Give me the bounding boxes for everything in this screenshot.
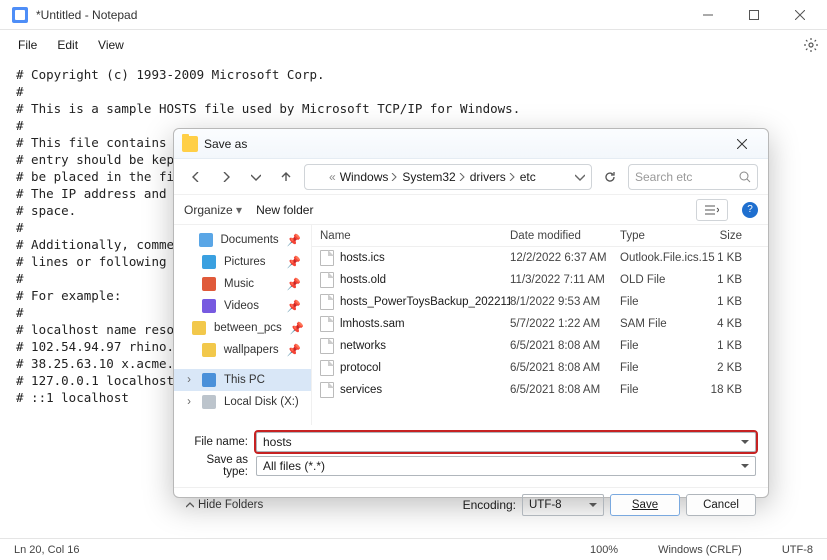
folder-icon bbox=[192, 321, 206, 335]
file-icon bbox=[320, 316, 334, 332]
forward-button[interactable] bbox=[214, 165, 238, 189]
status-lineending: Windows (CRLF) bbox=[658, 544, 742, 556]
file-row[interactable]: lmhosts.sam5/7/2022 1:22 AMSAM File4 KB bbox=[312, 313, 768, 335]
pin-icon: 📌 bbox=[287, 299, 301, 313]
navigation-row: « Windows System32 drivers etc Search et… bbox=[174, 159, 768, 195]
pin-icon: 📌 bbox=[287, 343, 301, 357]
titlebar: *Untitled - Notepad bbox=[0, 0, 827, 30]
save-button[interactable]: Save bbox=[610, 494, 680, 516]
breadcrumb-item: Windows bbox=[340, 170, 399, 184]
column-name[interactable]: Name bbox=[320, 230, 510, 242]
status-position: Ln 20, Col 16 bbox=[14, 544, 79, 556]
sidebar-item[interactable]: Documents📌 bbox=[174, 229, 311, 251]
settings-gear-icon[interactable] bbox=[803, 37, 819, 53]
encoding-label: Encoding: bbox=[463, 498, 516, 512]
folder-icon bbox=[311, 171, 325, 183]
sidebar-item[interactable]: between_pcs📌 bbox=[174, 317, 311, 339]
savetype-label: Save as type: bbox=[186, 454, 256, 478]
pin-icon: 📌 bbox=[287, 277, 301, 291]
filename-label: File name: bbox=[186, 436, 256, 448]
status-zoom: 100% bbox=[590, 544, 618, 556]
menu-edit[interactable]: Edit bbox=[47, 34, 88, 56]
toolbar-row: Organize ▾ New folder ? bbox=[174, 195, 768, 225]
close-button[interactable] bbox=[777, 0, 823, 30]
refresh-button[interactable] bbox=[598, 165, 622, 189]
folder-icon bbox=[202, 343, 216, 357]
chevron-up-icon bbox=[186, 501, 194, 509]
breadcrumb-item: etc bbox=[520, 170, 536, 184]
savetype-select[interactable]: All files (*.*) bbox=[256, 456, 756, 476]
pin-icon: 📌 bbox=[287, 233, 301, 247]
notepad-icon bbox=[12, 7, 28, 23]
maximize-button[interactable] bbox=[731, 0, 777, 30]
dialog-titlebar: Save as bbox=[174, 129, 768, 159]
file-list: Name Date modified Type Size hosts.ics12… bbox=[312, 225, 768, 425]
sidebar-item[interactable]: Music📌 bbox=[174, 273, 311, 295]
sidebar-local-disk[interactable]: › Local Disk (X:) bbox=[174, 391, 311, 413]
sidebar-item[interactable]: Pictures📌 bbox=[174, 251, 311, 273]
file-icon bbox=[320, 250, 334, 266]
breadcrumb-item: System32 bbox=[402, 170, 465, 184]
menu-view[interactable]: View bbox=[88, 34, 134, 56]
organize-dropdown[interactable]: Organize ▾ bbox=[184, 203, 242, 217]
sidebar-item[interactable]: wallpapers📌 bbox=[174, 339, 311, 361]
breadcrumb-item: drivers bbox=[470, 170, 516, 184]
hide-folders-toggle[interactable]: Hide Folders bbox=[186, 499, 263, 511]
search-icon bbox=[739, 171, 751, 183]
address-bar[interactable]: « Windows System32 drivers etc bbox=[304, 164, 592, 190]
chevron-down-icon[interactable] bbox=[575, 172, 585, 182]
dialog-title: Save as bbox=[204, 137, 724, 151]
help-button[interactable]: ? bbox=[742, 202, 758, 218]
menubar: File Edit View bbox=[0, 30, 827, 60]
file-row[interactable]: protocol6/5/2021 8:08 AMFile2 KB bbox=[312, 357, 768, 379]
chevron-right-icon[interactable]: › bbox=[184, 396, 194, 408]
column-date[interactable]: Date modified bbox=[510, 230, 620, 242]
statusbar: Ln 20, Col 16 100% Windows (CRLF) UTF-8 bbox=[0, 538, 827, 560]
column-type[interactable]: Type bbox=[620, 230, 706, 242]
sidebar: Documents📌Pictures📌Music📌Videos📌between_… bbox=[174, 225, 312, 425]
cancel-button[interactable]: Cancel bbox=[686, 494, 756, 516]
folder-icon bbox=[202, 277, 216, 291]
file-icon bbox=[320, 272, 334, 288]
file-row[interactable]: hosts_PowerToysBackup_202211030711348/1/… bbox=[312, 291, 768, 313]
folder-icon bbox=[202, 255, 216, 269]
file-icon bbox=[320, 360, 334, 376]
file-row[interactable]: hosts.ics12/2/2022 6:37 AMOutlook.File.i… bbox=[312, 247, 768, 269]
new-folder-button[interactable]: New folder bbox=[256, 203, 313, 217]
menu-file[interactable]: File bbox=[8, 34, 47, 56]
search-input[interactable]: Search etc bbox=[628, 164, 758, 190]
status-encoding: UTF-8 bbox=[782, 544, 813, 556]
save-as-dialog: Save as « Windows System32 drivers etc S… bbox=[173, 128, 769, 498]
column-size[interactable]: Size bbox=[706, 230, 760, 242]
file-icon bbox=[320, 294, 334, 310]
file-row[interactable]: hosts.old11/3/2022 7:11 AMOLD File1 KB bbox=[312, 269, 768, 291]
search-placeholder: Search etc bbox=[635, 170, 739, 184]
pin-icon: 📌 bbox=[287, 255, 301, 269]
file-icon bbox=[320, 338, 334, 354]
pc-icon bbox=[202, 373, 216, 387]
folder-icon bbox=[202, 299, 216, 313]
view-mode-button[interactable] bbox=[696, 199, 728, 221]
dialog-close-button[interactable] bbox=[724, 132, 760, 156]
back-button[interactable] bbox=[184, 165, 208, 189]
pin-icon: 📌 bbox=[290, 321, 304, 335]
sidebar-item[interactable]: Videos📌 bbox=[174, 295, 311, 317]
window-title: *Untitled - Notepad bbox=[36, 8, 685, 22]
chevron-right-icon[interactable]: › bbox=[184, 374, 194, 386]
file-list-header[interactable]: Name Date modified Type Size bbox=[312, 225, 768, 247]
folder-icon bbox=[199, 233, 213, 247]
file-icon bbox=[320, 382, 334, 398]
file-row[interactable]: networks6/5/2021 8:08 AMFile1 KB bbox=[312, 335, 768, 357]
folder-icon bbox=[182, 136, 198, 152]
up-button[interactable] bbox=[274, 165, 298, 189]
disk-icon bbox=[202, 395, 216, 409]
sidebar-this-pc[interactable]: › This PC bbox=[174, 369, 311, 391]
file-row[interactable]: services6/5/2021 8:08 AMFile18 KB bbox=[312, 379, 768, 401]
recent-dropdown-button[interactable] bbox=[244, 165, 268, 189]
minimize-button[interactable] bbox=[685, 0, 731, 30]
filename-input[interactable]: hosts bbox=[256, 432, 756, 452]
encoding-select[interactable]: UTF-8 bbox=[522, 494, 604, 516]
